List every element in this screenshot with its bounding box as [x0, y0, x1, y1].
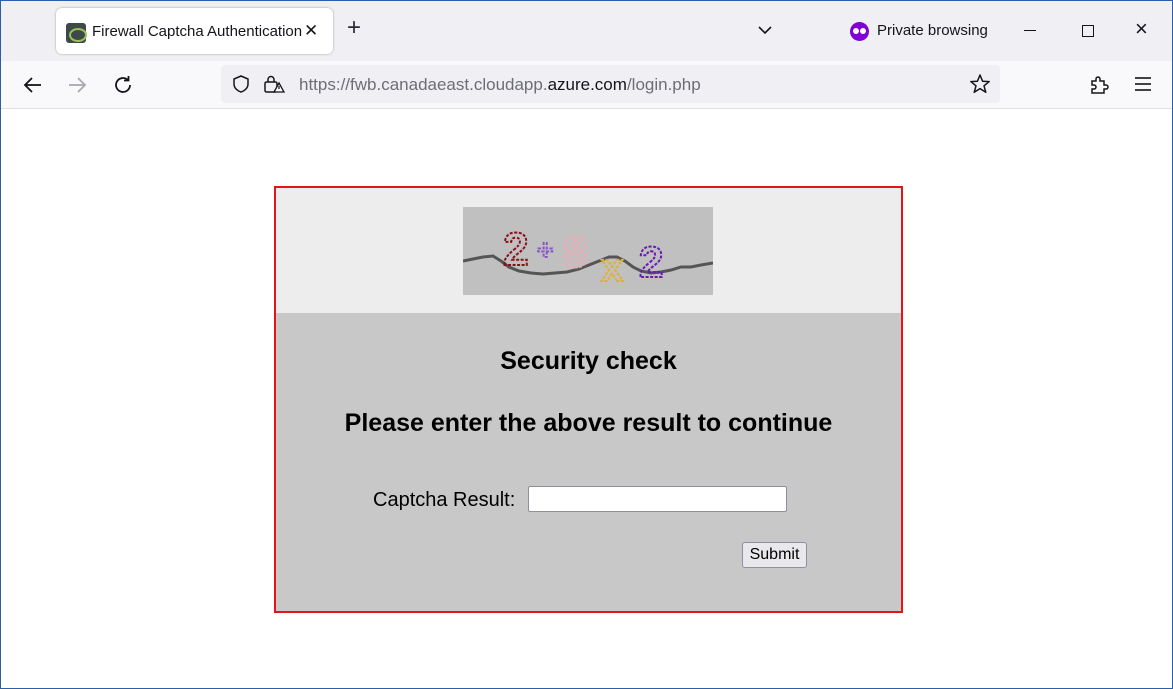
captcha-graphic: 2 + 8 x 2 [462, 222, 714, 291]
reload-icon[interactable] [111, 73, 135, 97]
instruction-text: Please enter the above result to continu… [344, 409, 833, 437]
back-arrow-icon[interactable] [21, 73, 45, 97]
bookmark-star-icon[interactable] [969, 73, 991, 95]
captcha-glyph-8: 8 [563, 228, 587, 277]
forward-arrow-icon[interactable] [65, 73, 89, 97]
tab-strip: Firewall Captcha Authentication ✕ + Priv… [1, 1, 1172, 61]
new-tab-button[interactable]: + [347, 16, 361, 40]
captcha-image-area: 2 + 8 x 2 [276, 188, 901, 313]
insecure-lock-icon[interactable] [263, 74, 285, 94]
hamburger-menu-icon[interactable] [1134, 76, 1152, 92]
captcha-result-input[interactable] [528, 486, 787, 512]
private-browsing-icon [850, 22, 869, 41]
captcha-image: 2 + 8 x 2 [462, 207, 714, 295]
window-close-icon[interactable]: × [1135, 18, 1148, 40]
captcha-glyph-x: x [601, 246, 623, 290]
private-browsing-label: Private browsing [877, 22, 988, 39]
close-icon[interactable]: ✕ [304, 21, 318, 41]
minimize-icon[interactable] [1024, 30, 1036, 31]
navigation-bar: https://fwb.canadaeast.cloudapp.azure.co… [1, 61, 1172, 109]
tab-title: Firewall Captcha Authentication [92, 23, 303, 40]
captcha-result-label: Captcha Result: [373, 489, 516, 511]
extensions-puzzle-icon[interactable] [1088, 74, 1110, 96]
submit-button[interactable]: Submit [742, 542, 807, 568]
browser-window: Firewall Captcha Authentication ✕ + Priv… [0, 0, 1173, 689]
captcha-glyph-2: 2 [503, 223, 529, 275]
tab-active[interactable]: Firewall Captcha Authentication ✕ [56, 8, 333, 54]
shield-icon[interactable] [231, 74, 251, 94]
site-favicon-icon [66, 23, 87, 43]
page-title: Security check [500, 347, 677, 375]
maximize-icon[interactable] [1082, 25, 1094, 37]
captcha-glyph-2b: 2 [639, 238, 663, 287]
captcha-panel: 2 + 8 x 2 Security check Please enter th… [274, 186, 903, 613]
captcha-glyph-plus: + [537, 234, 553, 265]
chevron-down-icon[interactable] [757, 22, 773, 38]
url-text[interactable]: https://fwb.canadaeast.cloudapp.azure.co… [299, 75, 701, 95]
url-bar[interactable]: https://fwb.canadaeast.cloudapp.azure.co… [221, 65, 1000, 103]
